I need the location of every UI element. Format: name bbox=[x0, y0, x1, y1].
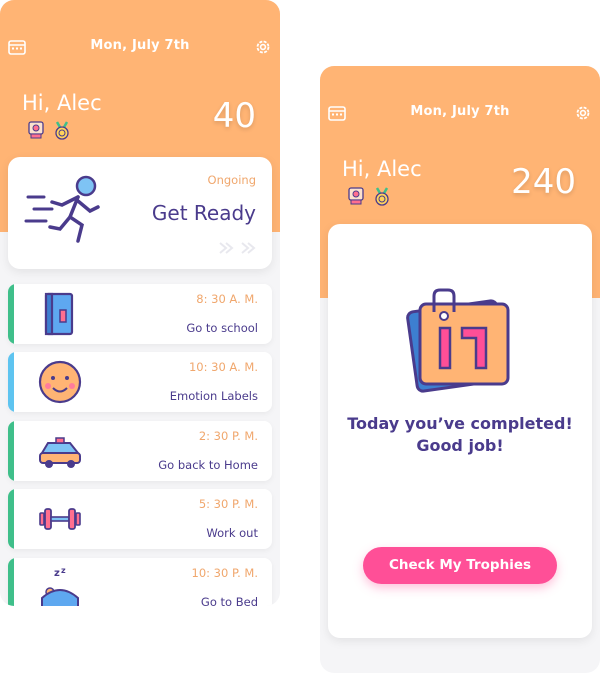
task-row[interactable]: 10: 30 A. M. Emotion Labels bbox=[8, 352, 272, 412]
medal-badge-icon bbox=[55, 121, 69, 140]
status-stripe bbox=[8, 489, 14, 549]
task-row[interactable]: 8: 30 A. M. Go to school bbox=[8, 284, 272, 344]
trophy-badge-icon bbox=[28, 121, 44, 139]
car-icon bbox=[39, 437, 81, 468]
task-row[interactable]: z z 10: 30 P. M. Go to Bed bbox=[8, 558, 272, 606]
double-chevron-right-icon[interactable] bbox=[218, 241, 258, 255]
completion-screen: Mon, July 7th Hi, Alec 240 Today you’ve … bbox=[320, 66, 600, 673]
task-time: 8: 30 A. M. bbox=[196, 292, 258, 306]
greeting: Hi, Alec bbox=[342, 157, 422, 181]
medal-badge-icon bbox=[375, 187, 389, 206]
svg-text:z: z bbox=[61, 566, 66, 575]
sleeping-bed-icon: z z bbox=[41, 566, 79, 606]
status-label: Ongoing bbox=[207, 173, 256, 187]
date-label: Mon, July 7th bbox=[90, 38, 190, 53]
task-title: Emotion Labels bbox=[169, 389, 258, 403]
task-time: 2: 30 P. M. bbox=[198, 429, 258, 443]
smiley-face-icon bbox=[38, 360, 82, 404]
status-stripe bbox=[8, 284, 14, 344]
task-time: 10: 30 P. M. bbox=[191, 566, 258, 580]
status-stripe bbox=[8, 558, 14, 606]
schedule-screen: Mon, July 7th Hi, Alec 40 Ongoing Get Re… bbox=[0, 0, 280, 606]
calendar-17-icon bbox=[406, 288, 510, 393]
activity-title: Get Ready bbox=[151, 201, 256, 225]
task-time: 10: 30 A. M. bbox=[188, 360, 258, 374]
greeting: Hi, Alec bbox=[22, 91, 102, 115]
points-counter: 40 bbox=[212, 96, 256, 136]
task-title: Go to Bed bbox=[200, 595, 258, 606]
task-title: Go to school bbox=[186, 321, 258, 335]
status-stripe bbox=[8, 421, 14, 481]
trophy-badge-icon bbox=[348, 187, 364, 205]
current-activity-card[interactable]: Ongoing Get Ready bbox=[8, 157, 272, 269]
badge-row bbox=[26, 120, 72, 140]
task-time: 5: 30 P. M. bbox=[198, 497, 258, 511]
running-person-icon bbox=[24, 175, 100, 243]
completion-message: Today you’ve completed! bbox=[347, 414, 573, 433]
good-job-message: Good job! bbox=[416, 436, 504, 455]
points-counter: 240 bbox=[511, 162, 576, 202]
gear-icon[interactable] bbox=[254, 38, 272, 56]
dumbbell-icon bbox=[39, 508, 81, 530]
status-stripe bbox=[8, 352, 14, 412]
badge-row bbox=[346, 186, 392, 206]
task-title: Work out bbox=[206, 526, 258, 540]
task-row[interactable]: 5: 30 P. M. Work out bbox=[8, 489, 272, 549]
date-label: Mon, July 7th bbox=[410, 104, 510, 119]
task-row[interactable]: 2: 30 P. M. Go back to Home bbox=[8, 421, 272, 481]
svg-text:z: z bbox=[54, 568, 60, 579]
book-icon bbox=[44, 292, 74, 336]
check-trophies-button[interactable]: Check My Trophies bbox=[363, 547, 557, 584]
task-title: Go back to Home bbox=[158, 458, 258, 472]
gear-icon[interactable] bbox=[574, 104, 592, 122]
